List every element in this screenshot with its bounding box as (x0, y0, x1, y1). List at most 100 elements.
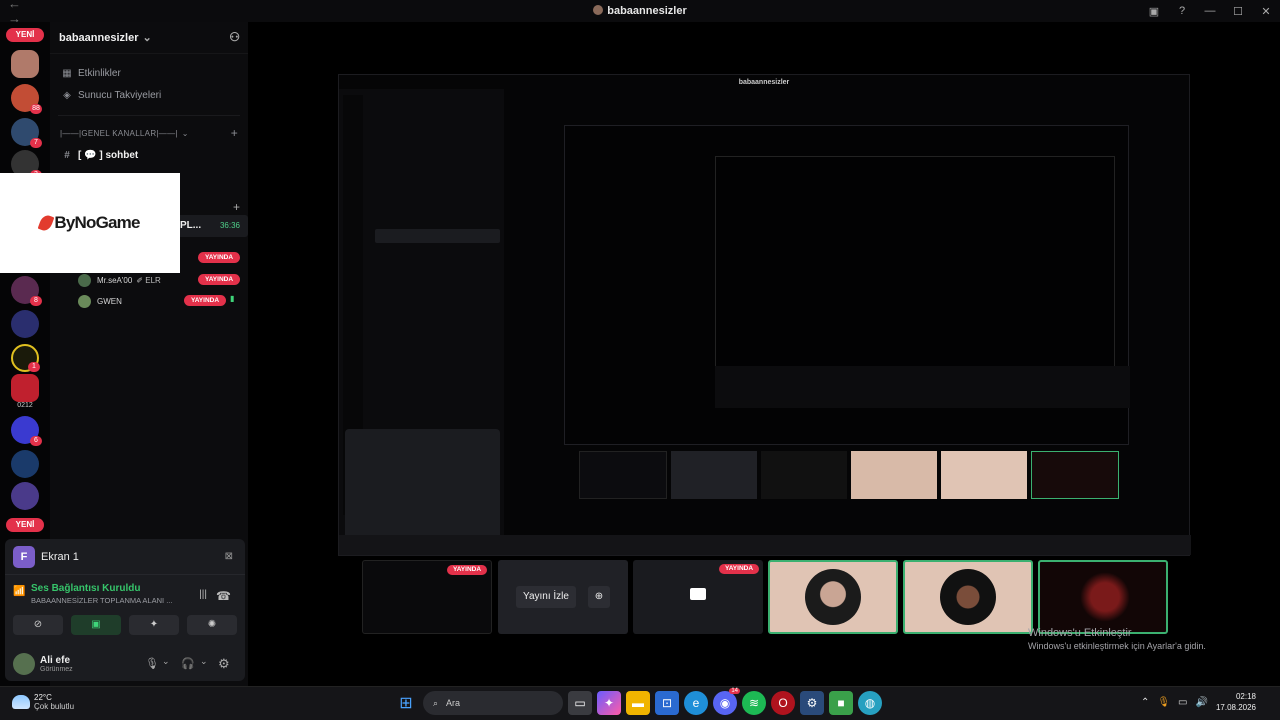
live-badge: YAYINDA (184, 295, 226, 306)
category-general[interactable]: |——|GENEL KANALLAR|——| ⌄ + (50, 122, 248, 144)
edge-icon[interactable]: e (684, 691, 708, 715)
camera-off-button[interactable]: ⊘ (13, 615, 63, 635)
activities-button[interactable]: ✦ (129, 615, 179, 635)
sponsor-logo-overlay: ByNoGame (0, 173, 180, 273)
mention-count: 6 (30, 436, 42, 446)
live-badge: YAYINDA (198, 274, 240, 285)
network-icon[interactable]: ▭ (1178, 697, 1187, 708)
server-icon-active[interactable] (11, 50, 39, 78)
copilot-icon[interactable]: ✦ (597, 691, 621, 715)
live-badge: YAYINDA (447, 565, 487, 575)
taskbar-search[interactable]: ⌕ Ara (423, 691, 563, 715)
chevron-down-icon: ⌄ (181, 128, 189, 138)
watch-stream-button[interactable]: Yayını İzle (516, 586, 576, 608)
activation-subtitle: Windows'u etkinleştirmek için Ayarlar'a … (1028, 641, 1206, 651)
server-icon[interactable] (11, 310, 39, 338)
guild-header[interactable]: babaannesizler ⌄ ⚇ (50, 22, 248, 54)
stream-tile[interactable]: YAYINDA (362, 560, 492, 634)
server-icon[interactable]: 8 (11, 276, 42, 306)
popout-icon[interactable]: ⊕ (588, 586, 610, 608)
live-badge: YAYINDA (719, 564, 759, 574)
settings-app-icon[interactable]: ⚙ (800, 691, 824, 715)
user-tile[interactable] (1038, 560, 1168, 634)
store-icon[interactable]: ⊡ (655, 691, 679, 715)
events-item[interactable]: ▦ Etkinlikler (50, 62, 248, 84)
new-badge: YENİ (6, 518, 44, 532)
category-label: |——|GENEL KANALLAR|——| (60, 128, 178, 138)
screen-share-icon: ▮ (230, 294, 235, 303)
windows-start-icon[interactable]: ⊞ (394, 691, 418, 715)
user-status: Görünmez (40, 666, 73, 673)
voice-user[interactable]: Mr.seA'00 ✐ ELR (78, 271, 161, 289)
voice-user-name: GWEN (97, 296, 122, 306)
cloud-icon (12, 695, 30, 709)
user-name: Ali efe (40, 655, 71, 666)
window-title: babaannesizler (0, 5, 1280, 17)
weather-text: Çok bulutlu (34, 702, 75, 711)
opera-icon[interactable]: O (771, 691, 795, 715)
server-icon[interactable]: 6 (11, 416, 42, 446)
file-explorer-icon[interactable]: ▬ (626, 691, 650, 715)
avatar (78, 294, 91, 308)
headset-icon[interactable]: 🎧 (181, 657, 195, 670)
server-icon[interactable] (11, 482, 39, 510)
user-tile[interactable] (903, 560, 1033, 634)
volume-icon[interactable]: 🔊 (1196, 697, 1208, 708)
noise-suppression-icon[interactable]: ||| (199, 589, 207, 600)
add-channel-icon[interactable]: + (233, 200, 240, 214)
globe-app-icon[interactable]: ◍ (858, 691, 882, 715)
screen-share-view[interactable]: babaannesizler (338, 74, 1191, 556)
stream-app-icon: F (13, 545, 35, 568)
microphone-icon[interactable]: 🎙 (145, 657, 159, 670)
live-badge: YAYINDA (198, 252, 240, 263)
close-button[interactable]: ✕ (1252, 5, 1280, 18)
connection-status: 📶 Ses Bağlantısı Kuruldu BABAANNESİZLER … (13, 583, 172, 605)
inner-sidebar (339, 89, 504, 539)
minecraft-icon[interactable]: ■ (829, 691, 853, 715)
clock[interactable]: 02:18 17.08.2026 (1216, 691, 1256, 713)
channel-chat[interactable]: # [ 💬 ] sohbet (50, 144, 248, 166)
discord-icon[interactable]: ◉ 14 (713, 688, 740, 715)
gear-icon[interactable]: ⚙ (218, 656, 230, 672)
invite-people-icon[interactable]: ⚇ (229, 30, 240, 44)
boost-icon: ◈ (63, 89, 71, 101)
nested-taskbar (339, 535, 1191, 555)
signal-icon: 📶 (13, 586, 26, 597)
chevron-down-icon[interactable]: ⌄ (200, 656, 208, 667)
mention-count: 7 (30, 138, 42, 148)
server-icon[interactable]: 88 (11, 84, 42, 114)
server-icon[interactable] (11, 374, 39, 402)
avatar[interactable] (13, 653, 35, 675)
activation-title: Windows'u Etkinleştir (1028, 627, 1132, 639)
screen-share-button[interactable]: ▣ (71, 615, 121, 635)
weather-widget[interactable]: 22°C Çok bulutlu (12, 693, 74, 711)
chevron-down-icon: ⌄ (142, 32, 152, 44)
connection-channel-text: BABAANNESİZLER TOPLANMA ALANI ... (31, 596, 173, 605)
boosts-label: Sunucu Takviyeleri (78, 89, 162, 101)
spotify-icon[interactable]: ≋ (742, 691, 766, 715)
disconnect-icon[interactable]: ☎ (216, 589, 231, 603)
voice-user[interactable]: GWEN (78, 292, 122, 310)
task-view-icon[interactable]: ▭ (568, 691, 592, 715)
soundboard-button[interactable]: ✺ (187, 615, 237, 635)
boosts-item[interactable]: ◈ Sunucu Takviyeleri (50, 84, 248, 106)
taskbar: 22°C Çok bulutlu ⊞ ⌕ Ara ▭ ✦ ▬ ⊡ e ◉ 14 ≋ … (0, 686, 1280, 720)
user-tile[interactable] (768, 560, 898, 634)
inbox-icon[interactable]: ▣ (1140, 5, 1168, 18)
chevron-down-icon[interactable]: ⌄ (162, 656, 170, 667)
stream-row[interactable]: F Ekran 1 ⊠ (5, 539, 245, 575)
stream-title: Ekran 1 (41, 550, 79, 563)
maximize-button[interactable]: ☐ (1224, 5, 1252, 18)
window-controls: ▣ ? — ☐ ✕ (1140, 0, 1280, 22)
help-icon[interactable]: ? (1168, 5, 1196, 17)
stream-tile-watch[interactable]: Yayını İzle ⊕ (498, 560, 628, 634)
chevron-up-icon[interactable]: ⌃ (1141, 697, 1149, 708)
add-channel-icon[interactable]: + (231, 126, 238, 140)
microphone-icon[interactable]: 🎙 (1157, 697, 1170, 708)
server-icon[interactable] (11, 450, 39, 478)
stop-stream-icon[interactable]: ⊠ (225, 551, 233, 562)
voice-actions: ⊘ ▣ ✦ ✺ (13, 615, 237, 635)
server-icon[interactable]: 7 (11, 118, 42, 148)
minimize-button[interactable]: — (1196, 5, 1224, 17)
stream-tile[interactable]: YAYINDA (633, 560, 763, 634)
